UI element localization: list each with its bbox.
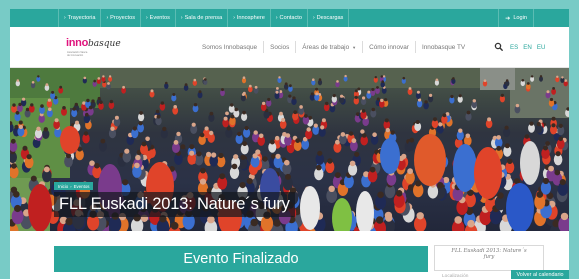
breadcrumb-eventos[interactable]: Eventos: [74, 184, 90, 189]
page-title: FLL Euskadi 2013: Nature´s fury: [59, 195, 290, 213]
page: › Trayectoria › Proyectos › Eventos › Sala d…: [10, 9, 569, 279]
main-nav: Somos Innobasque Socios Áreas de trabajo…: [196, 27, 471, 67]
logo-basque: basque: [88, 39, 121, 49]
chevron-right-icon: ›: [106, 15, 109, 21]
event-details: Evento Finalizado FLL Euskadi 2013: Natu…: [10, 231, 569, 279]
event-summary-card: FLL Euskadi 2013: Nature´s fury: [434, 245, 544, 271]
chevron-right-icon: ›: [146, 15, 148, 21]
event-card-title-cont: fury: [483, 254, 495, 260]
lang-en[interactable]: EN: [523, 44, 532, 51]
topnav-label: Innosphere: [236, 15, 265, 21]
nav-label: Áreas de trabajo: [302, 43, 350, 51]
hero-image: Inicio › Eventos FLL Euskadi 2013: Natur…: [10, 68, 569, 231]
nav-socios[interactable]: Socios: [264, 41, 297, 53]
topnav-label: Descargas: [316, 15, 344, 21]
language-switcher: ES EN EU: [505, 27, 545, 67]
chevron-right-icon: ›: [64, 15, 66, 21]
topnav-item-eventos[interactable]: › Eventos: [141, 9, 176, 27]
topnav-label: Trayectoria: [67, 15, 96, 21]
logo-tagline: Asociación Vasca de Innovación: [67, 51, 125, 57]
login-icon: ➔: [505, 15, 511, 22]
breadcrumb: Inicio › Eventos: [54, 182, 94, 190]
breadcrumb-separator: ›: [70, 183, 72, 189]
location-label: Localización: [442, 274, 469, 279]
login-button[interactable]: ➔ Login: [498, 9, 534, 27]
topnav-label: Eventos: [149, 15, 170, 21]
topnav-item-contacto[interactable]: › Contacto: [271, 9, 308, 27]
nav-label: Cómo innovar: [369, 43, 409, 51]
caret-down-icon: ▼: [352, 44, 357, 50]
nav-areas-de-trabajo[interactable]: Áreas de trabajo ▼: [296, 41, 364, 53]
nav-label: Innobasque TV: [421, 43, 466, 51]
lang-es[interactable]: ES: [510, 44, 518, 51]
lang-eu[interactable]: EU: [537, 44, 546, 51]
nav-innobasque-tv[interactable]: Innobasque TV: [416, 41, 471, 53]
event-title-banner: FLL Euskadi 2013: Nature´s fury: [54, 192, 295, 217]
topnav-item-sala-de-prensa[interactable]: › Sala de prensa: [176, 9, 229, 27]
topnav-item-proyectos[interactable]: › Proyectos: [101, 9, 141, 27]
logo-main: inno: [66, 37, 89, 49]
topnav-label: Proyectos: [110, 15, 135, 21]
topnav-item-innosphere[interactable]: › Innosphere: [228, 9, 271, 27]
top-nav: › Trayectoria › Proyectos › Eventos › Sala d…: [58, 9, 350, 27]
chevron-right-icon: ›: [275, 15, 278, 21]
chevron-right-icon: ›: [312, 15, 315, 21]
site-header: innobasque Asociación Vasca de Innovació…: [10, 27, 569, 68]
top-bar: › Trayectoria › Proyectos › Eventos › Sala d…: [10, 9, 569, 27]
nav-label: Somos Innobasque: [202, 43, 258, 51]
innobasque-logo[interactable]: innobasque Asociación Vasca de Innovació…: [66, 37, 136, 61]
search-icon[interactable]: [494, 41, 504, 53]
topnav-item-descargas[interactable]: › Descargas: [308, 9, 350, 27]
login-label: Login: [513, 15, 527, 21]
nav-somos-innobasque[interactable]: Somos Innobasque: [196, 41, 265, 53]
event-status-banner: Evento Finalizado: [54, 246, 428, 272]
breadcrumb-inicio[interactable]: Inicio: [58, 184, 68, 189]
chevron-right-icon: ›: [180, 15, 183, 21]
nav-como-innovar[interactable]: Cómo innovar: [363, 41, 416, 53]
event-status-label: Evento Finalizado: [183, 251, 299, 267]
topnav-label: Contacto: [279, 15, 302, 21]
back-to-calendar-label: Volver al calendario: [516, 271, 564, 278]
topnav-item-trayectoria[interactable]: › Trayectoria: [58, 9, 102, 27]
chevron-right-icon: ›: [233, 15, 235, 21]
logo-wordmark: innobasque: [66, 37, 121, 49]
logo-tagline-line: de Innovación: [67, 54, 84, 57]
back-to-calendar-button[interactable]: Volver al calendario: [511, 270, 569, 279]
nav-label: Socios: [270, 43, 290, 51]
topnav-label: Sala de prensa: [184, 15, 223, 21]
